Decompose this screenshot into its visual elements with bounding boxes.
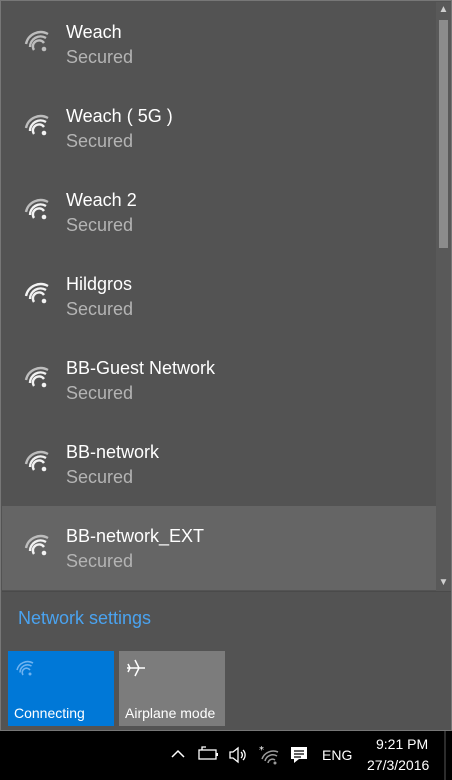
- network-status: Secured: [66, 551, 134, 571]
- wifi-icon: [24, 282, 49, 304]
- battery-icon[interactable]: [198, 746, 220, 762]
- network-status: Secured: [66, 467, 134, 487]
- network-item[interactable]: BB-network_EXT Secured: [2, 506, 436, 590]
- network-status: Secured: [66, 299, 134, 319]
- scrollbar[interactable]: ▲ ▼: [436, 2, 451, 591]
- wifi-toggle-tile[interactable]: Connecting: [8, 651, 114, 726]
- wifi-icon: [24, 534, 49, 556]
- wifi-icon: [24, 30, 49, 52]
- network-name: Weach 2: [66, 190, 137, 210]
- language-indicator[interactable]: ENG: [322, 747, 352, 763]
- network-flyout: Weach Secured Weach ( 5G ) Secured Weach…: [0, 0, 452, 731]
- network-item[interactable]: Weach 2 Secured: [2, 170, 436, 254]
- network-item[interactable]: Weach ( 5G ) Secured: [2, 86, 436, 170]
- clock-time[interactable]: 9:21 PM: [376, 736, 428, 752]
- divider: [2, 591, 451, 592]
- airplane-icon: [127, 659, 145, 677]
- network-status: Secured: [66, 215, 134, 235]
- wifi-icon: [24, 114, 49, 136]
- network-name: BB-network_EXT: [66, 526, 205, 546]
- wifi-icon: [24, 198, 49, 220]
- network-item[interactable]: BB-network Secured: [2, 422, 436, 506]
- volume-icon[interactable]: [228, 746, 248, 764]
- airplane-mode-tile[interactable]: Airplane mode: [119, 651, 225, 726]
- network-item[interactable]: Weach Secured: [2, 2, 436, 86]
- network-item[interactable]: Hildgros Secured: [2, 254, 436, 338]
- wifi-icon: [24, 450, 49, 472]
- scroll-down-icon[interactable]: ▼: [436, 576, 451, 590]
- tile-label: Airplane mode: [125, 705, 216, 721]
- scroll-up-icon[interactable]: ▲: [436, 3, 451, 17]
- chevron-up-icon[interactable]: [170, 748, 186, 760]
- network-list: Weach Secured Weach ( 5G ) Secured Weach…: [2, 2, 436, 591]
- network-status: Secured: [66, 383, 134, 403]
- show-desktop-button[interactable]: [444, 731, 446, 780]
- network-name: BB-Guest Network: [66, 358, 216, 378]
- network-status: Secured: [66, 47, 134, 67]
- network-name: BB-network: [66, 442, 160, 462]
- clock-date[interactable]: 27/3/2016: [367, 757, 429, 773]
- wifi-icon[interactable]: *: [258, 744, 280, 766]
- svg-text:*: *: [259, 745, 264, 756]
- network-status: Secured: [66, 131, 134, 151]
- wifi-icon: [16, 660, 34, 676]
- network-name: Weach ( 5G ): [66, 106, 173, 126]
- network-settings-link[interactable]: Network settings: [18, 608, 151, 629]
- wifi-icon: [24, 366, 49, 388]
- network-item[interactable]: BB-Guest Network Secured: [2, 338, 436, 422]
- scroll-thumb[interactable]: [439, 20, 448, 248]
- network-name: Hildgros: [66, 274, 133, 294]
- tile-label: Connecting: [14, 705, 85, 721]
- taskbar: * ENG 9:21 PM 27/3/2016: [0, 731, 452, 780]
- action-center-icon[interactable]: [289, 745, 309, 765]
- network-name: Weach: [66, 22, 122, 42]
